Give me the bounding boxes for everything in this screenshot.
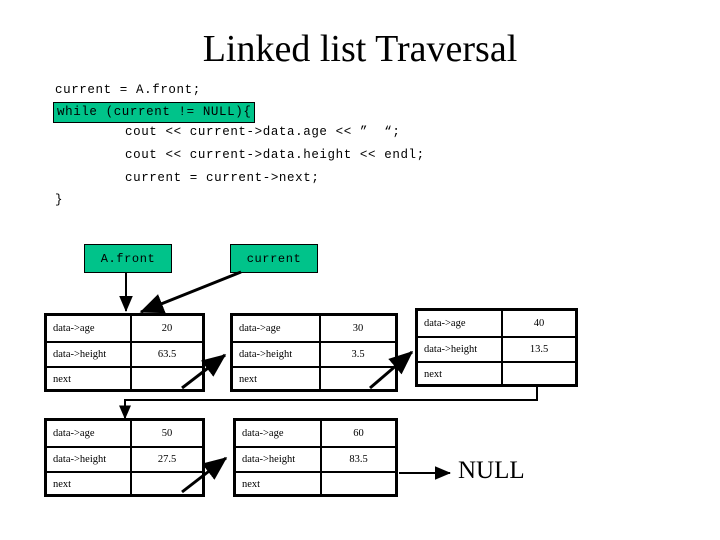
node-5-next-value: [322, 473, 395, 496]
null-terminator-label: NULL: [458, 457, 525, 484]
node-1-height-label: data->height: [47, 343, 132, 366]
node-3-row-age: data->age 40: [418, 311, 575, 336]
node-3-age-value: 40: [533, 318, 545, 329]
node-4-next-label: next: [47, 473, 132, 496]
node-4-next-value: [132, 473, 202, 496]
node-4-height-label: data->height: [47, 448, 132, 471]
node-2: data->age 30 data->height 3.5 next: [230, 313, 398, 392]
node-4-row-height: data->height 27.5: [47, 446, 202, 471]
node-5-next-label: next: [236, 473, 322, 496]
node-3-row-height: data->height 13.5: [418, 336, 575, 361]
node-1-row-age: data->age 20: [47, 316, 202, 341]
node-2-height-value: 3.5: [351, 349, 365, 360]
node-5-height-label: data->height: [236, 448, 322, 471]
node-4-age-value: 50: [161, 428, 173, 439]
node-2-row-next: next: [233, 366, 395, 391]
node-5-age-label: data->age: [236, 421, 322, 446]
node-5: data->age 60 data->height 83.5 next: [233, 418, 398, 497]
page-title: Linked list Traversal: [202, 28, 518, 70]
node-4-row-next: next: [47, 471, 202, 496]
node-2-age-value: 30: [352, 323, 364, 334]
node-1-row-height: data->height 63.5: [47, 341, 202, 366]
node-5-row-age: data->age 60: [236, 421, 395, 446]
pointer-label-current: current: [246, 251, 302, 266]
slide-canvas: Linked list Traversal current = A.front;…: [0, 0, 720, 540]
node-2-next-value: [321, 368, 395, 391]
node-3-height-label: data->height: [418, 338, 503, 361]
node-4-row-age: data->age 50: [47, 421, 202, 446]
code-line-6: }: [55, 193, 64, 207]
node-1-next-label: next: [47, 368, 132, 391]
node-2-next-label: next: [233, 368, 321, 391]
node-3-height-value: 13.5: [529, 344, 549, 355]
code-line-3: cout << current->data.age << ” “;: [125, 125, 401, 139]
arrow-current-to-node-1: [139, 270, 242, 314]
node-5-row-height: data->height 83.5: [236, 446, 395, 471]
node-2-height-label: data->height: [233, 343, 321, 366]
node-2-row-age: data->age 30: [233, 316, 395, 341]
node-4-height-value: 27.5: [157, 454, 177, 465]
node-5-height-value: 83.5: [349, 454, 368, 465]
node-3-next-value: [503, 363, 575, 386]
node-1-row-next: next: [47, 366, 202, 391]
node-2-row-height: data->height 3.5: [233, 341, 395, 366]
node-3: data->age 40 data->height 13.5 next: [415, 308, 578, 387]
node-4: data->age 50 data->height 27.5 next: [44, 418, 205, 497]
node-1-height-value: 63.5: [157, 349, 177, 360]
code-line-5: current = current->next;: [125, 171, 320, 185]
node-5-row-next: next: [236, 471, 395, 496]
node-1-age-value: 20: [161, 323, 173, 334]
pointer-box-current: current: [230, 244, 318, 273]
code-line-2-highlighted: while (current != NULL){: [53, 102, 256, 123]
node-1: data->age 20 data->height 63.5 next: [44, 313, 205, 392]
node-3-next-label: next: [418, 363, 503, 386]
code-line-4: cout << current->data.height << endl;: [125, 148, 425, 162]
node-1-next-value: [132, 368, 202, 391]
node-2-age-label: data->age: [233, 316, 321, 341]
code-line-1: current = A.front;: [55, 83, 201, 97]
node-4-age-label: data->age: [47, 421, 132, 446]
pointer-box-a-front: A.front: [84, 244, 172, 273]
node-5-age-value: 60: [353, 428, 364, 439]
node-1-age-label: data->age: [47, 316, 132, 341]
node-3-row-next: next: [418, 361, 575, 386]
pointer-label-a-front: A.front: [100, 251, 156, 266]
node-3-age-label: data->age: [418, 311, 503, 336]
